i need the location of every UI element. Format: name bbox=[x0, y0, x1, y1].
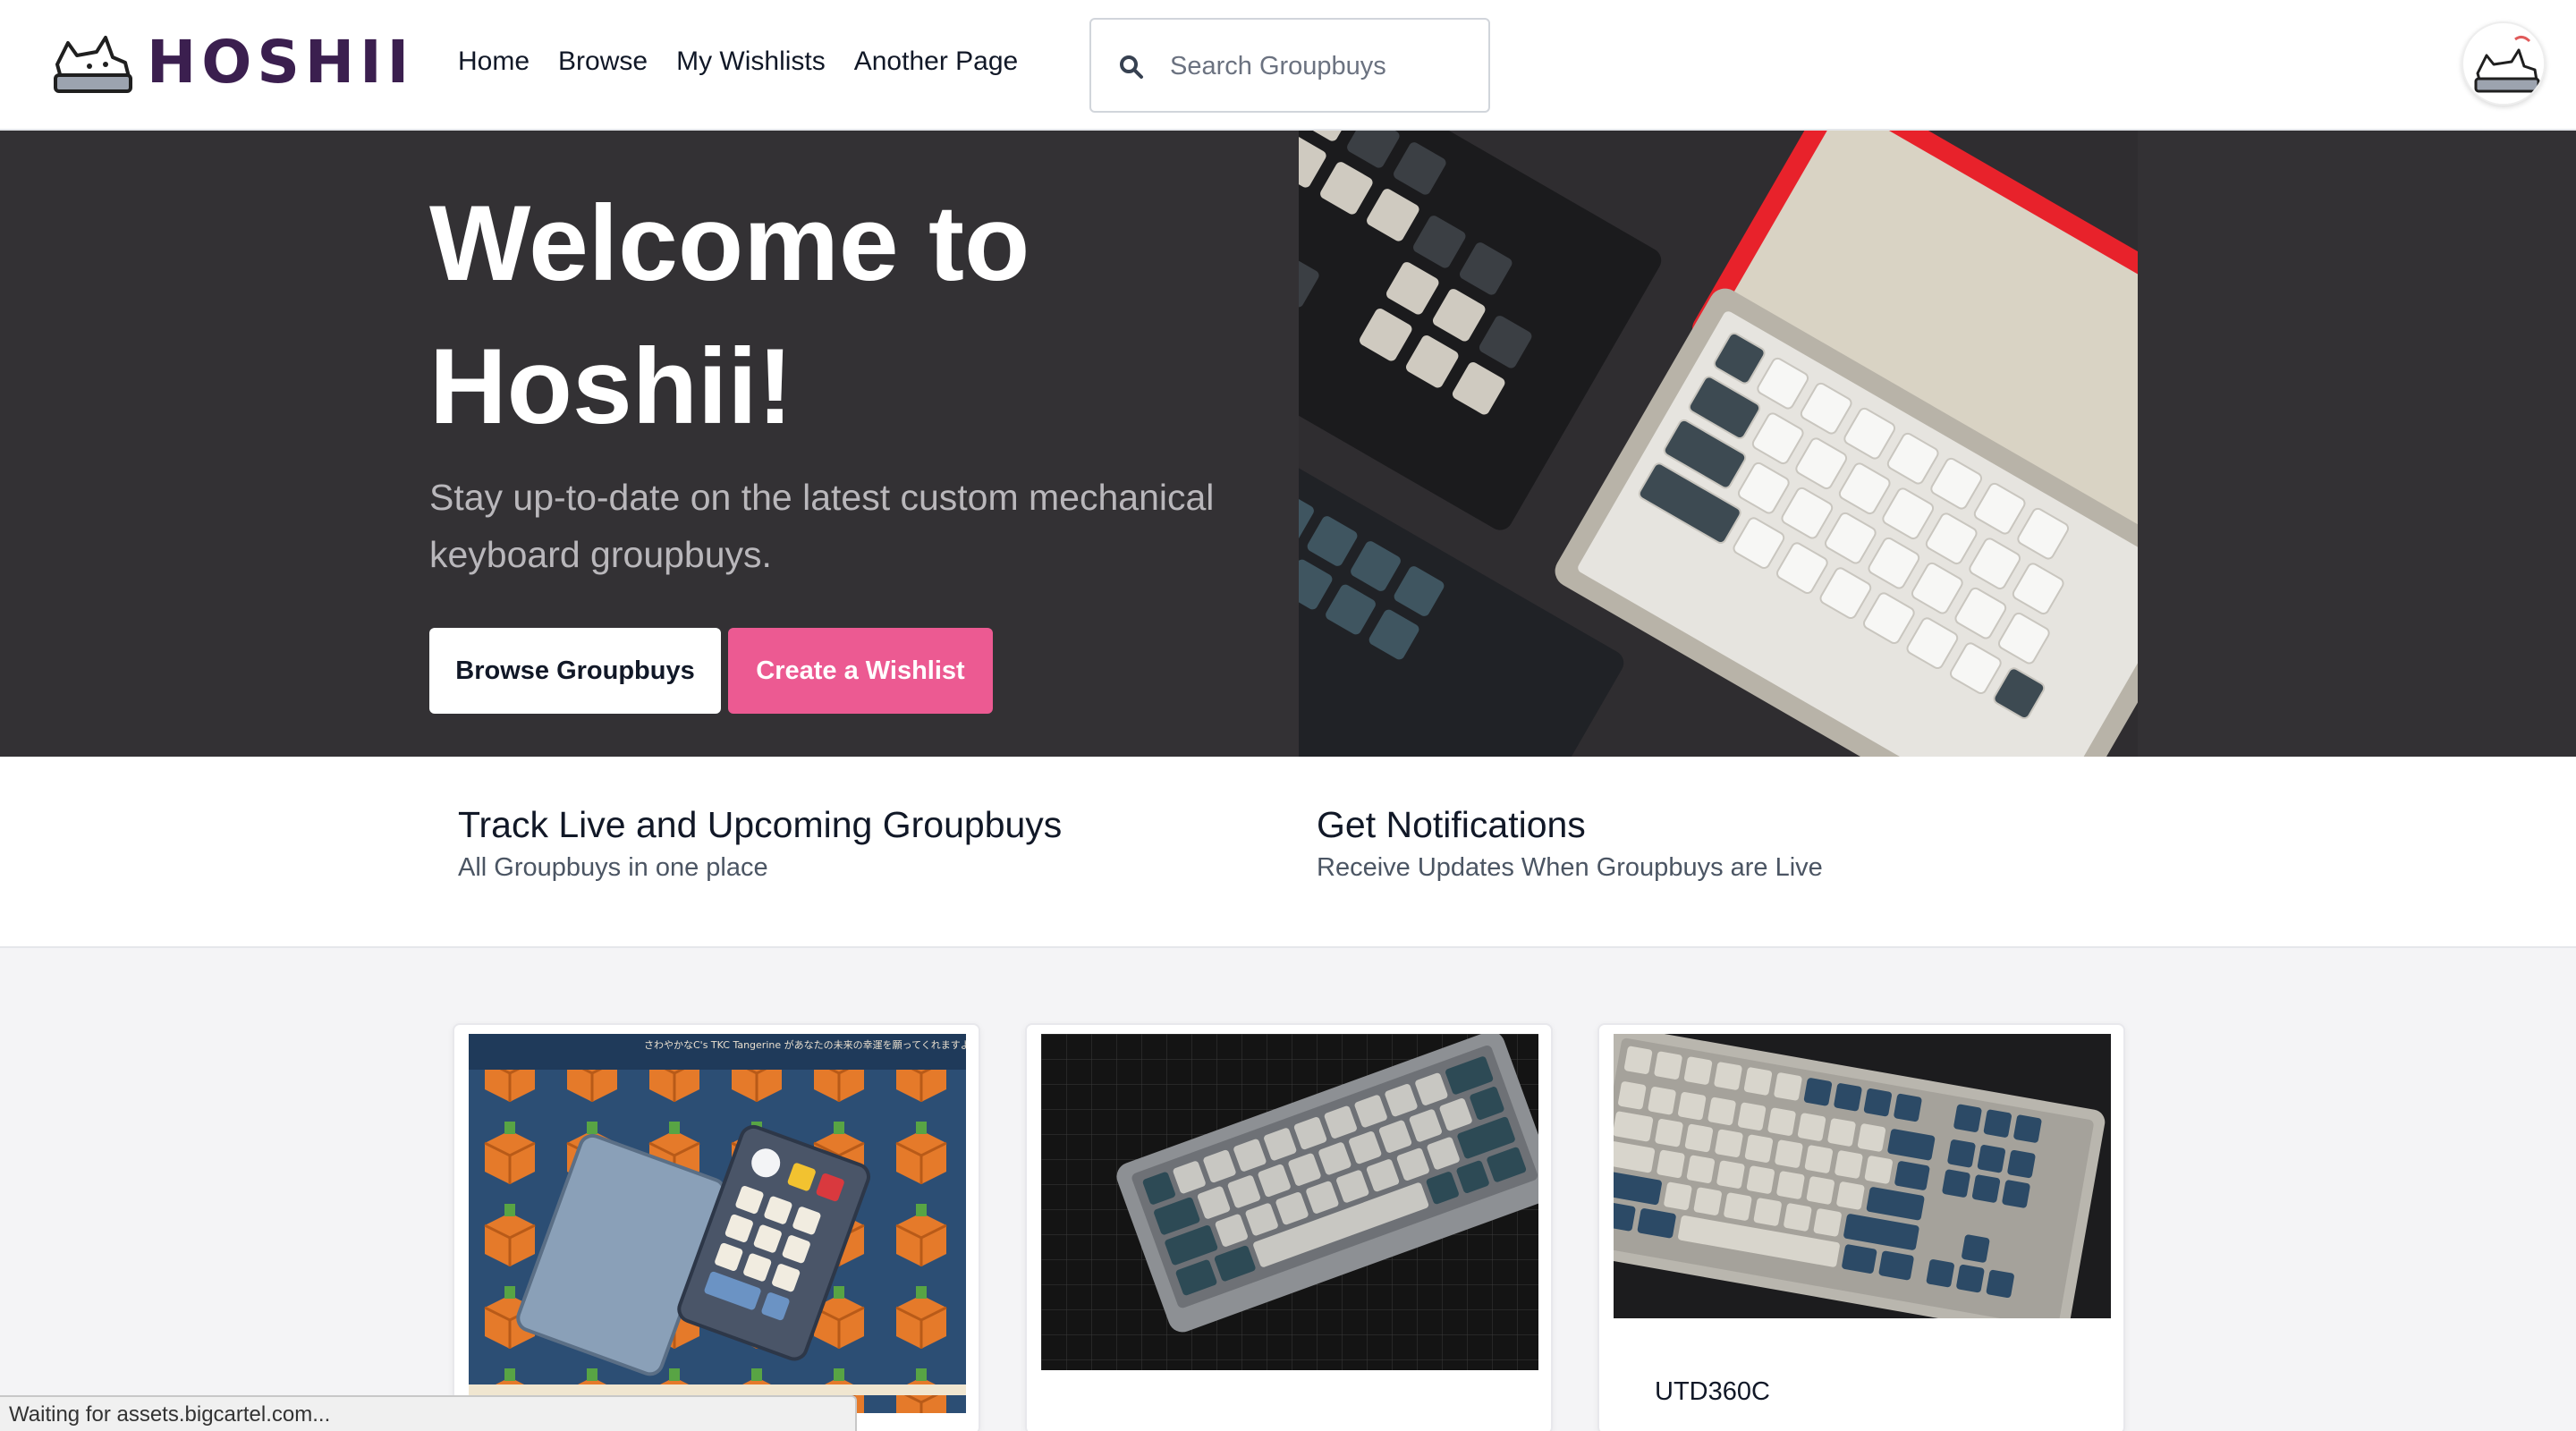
hero-section: Welcome to Hoshii! Stay up-to-date on th… bbox=[0, 131, 2576, 757]
feature-description: All Groupbuys in one place bbox=[458, 853, 768, 882]
groupbuy-card[interactable]: UTD360C bbox=[1597, 1023, 2125, 1431]
tangerine-keyboard-photo: さわやかなC's TKC Tangerine があなたの未来の幸運を願ってくれま… bbox=[469, 1034, 966, 1413]
main-nav: Home Browse My Wishlists Another Page bbox=[458, 47, 1018, 77]
feature-notifications: Get Notifications Receive Updates When G… bbox=[1317, 801, 1823, 883]
nav-item-browse[interactable]: Browse bbox=[558, 47, 648, 77]
card-image bbox=[1614, 1034, 2111, 1318]
card-title[interactable]: UTD360C bbox=[1655, 1377, 1770, 1407]
nav-item-my-wishlists[interactable]: My Wishlists bbox=[676, 47, 826, 77]
avatar-cat-icon bbox=[2464, 24, 2544, 104]
card-image bbox=[1041, 1034, 1538, 1370]
groupbuy-card[interactable]: さわやかなC's TKC Tangerine があなたの未来の幸運を願ってくれま… bbox=[453, 1023, 980, 1431]
card-image: さわやかなC's TKC Tangerine があなたの未来の幸運を願ってくれま… bbox=[469, 1034, 966, 1413]
browse-groupbuys-button[interactable]: Browse Groupbuys bbox=[429, 628, 721, 714]
hero-subtitle: Stay up-to-date on the latest custom mec… bbox=[429, 477, 1215, 575]
keyboards-photo bbox=[1299, 131, 2138, 757]
brand-logo[interactable]: HOSHII bbox=[50, 27, 414, 97]
nav-item-home[interactable]: Home bbox=[458, 47, 530, 77]
user-avatar[interactable] bbox=[2462, 21, 2546, 106]
hero-title: Welcome to Hoshii! bbox=[429, 183, 1030, 446]
search-input[interactable] bbox=[1170, 43, 1474, 89]
hero-keyboards-image bbox=[1299, 131, 2138, 757]
brand-name: HOSHII bbox=[147, 27, 415, 97]
groupbuy-card[interactable] bbox=[1025, 1023, 1553, 1431]
search-icon bbox=[1120, 55, 1143, 79]
cat-keyboard-logo-icon bbox=[54, 36, 132, 93]
feature-description: Receive Updates When Groupbuys are Live bbox=[1317, 853, 1823, 882]
create-wishlist-button[interactable]: Create a Wishlist bbox=[728, 628, 993, 714]
nav-item-another-page[interactable]: Another Page bbox=[854, 47, 1018, 77]
svg-text:さわやかなC's TKC Tangerine があなたの未来: さわやかなC's TKC Tangerine があなたの未来の幸運を願ってくれま… bbox=[644, 1038, 966, 1051]
feature-track: Track Live and Upcoming Groupbuys All Gr… bbox=[458, 801, 1062, 883]
utd360c-keyboard-photo bbox=[1614, 1034, 2111, 1318]
top-navbar: HOSHII Home Browse My Wishlists Another … bbox=[0, 0, 2576, 131]
feature-title: Get Notifications bbox=[1317, 804, 1586, 845]
features-section: Track Live and Upcoming Groupbuys All Gr… bbox=[0, 757, 2576, 948]
browser-status-bar: Waiting for assets.bigcartel.com... bbox=[0, 1395, 857, 1431]
grey-keyboard-photo bbox=[1041, 1034, 1538, 1370]
search-box bbox=[1089, 18, 1490, 113]
groupbuy-cards-section: さわやかなC's TKC Tangerine があなたの未来の幸運を願ってくれま… bbox=[0, 948, 2576, 1431]
feature-title: Track Live and Upcoming Groupbuys bbox=[458, 804, 1063, 845]
